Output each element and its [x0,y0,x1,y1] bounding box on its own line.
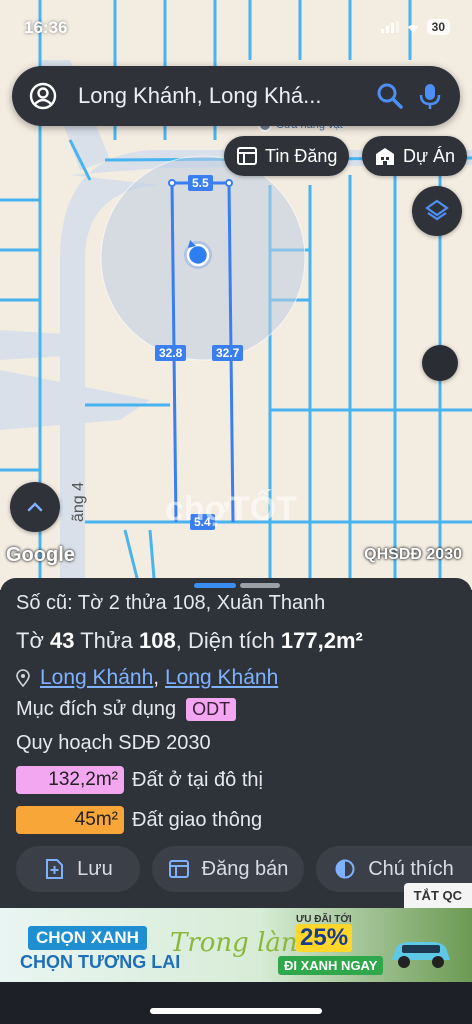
status-time: 16:36 [24,18,68,37]
zone-area-badge: 132,2m² [16,766,124,794]
plan-title: Quy hoạch SDĐ 2030 [16,732,211,754]
zone-label: Đất ở tại đô thị [132,768,263,791]
sheet-page-indicator[interactable] [240,583,280,588]
parcel-summary: Tờ 43 Thửa 108, Diện tích 177,2m² [16,628,363,653]
save-button[interactable]: Lưu [16,846,140,892]
home-indicator[interactable] [150,1008,322,1014]
screen: 5.5 32.8 32.7 5.4 Cửa hàng vật ãng 4 chợ… [0,0,472,1024]
purpose-label: Mục đích sử dụng [16,698,177,720]
project-chip[interactable]: Dự Án [362,136,468,176]
watermark: chợTỐT [165,490,297,528]
dimension-top: 5.5 [188,175,213,191]
ad-promo-value: 25% [296,924,353,952]
layers-icon [425,199,449,221]
sheet-number: 43 [50,628,75,653]
microphone-icon[interactable] [416,82,444,110]
dimension-left: 32.8 [155,345,187,361]
listing-icon [168,860,189,878]
dimension-right: 32.7 [212,345,244,361]
location-pin-icon [16,669,30,687]
listing-icon [237,147,257,165]
post-sale-button-label: Đăng bán [201,857,289,880]
building-icon [376,148,394,165]
road-label: ãng 4 [70,481,87,522]
address-city-link[interactable]: Long Khánh [165,666,278,689]
parcel-label: Thửa [80,628,133,653]
address-separator: , [153,666,160,689]
address-row: Long Khánh, Long Khánh [16,666,278,690]
area-value: 177,2m² [280,628,363,653]
sheet-page-indicator-active[interactable] [194,583,236,588]
account-icon[interactable] [28,81,58,111]
land-use-purpose: Mục đích sử dụng ODT [16,698,237,721]
ad-script-text: Trong lành [170,928,315,958]
ad-banner[interactable]: CHỌN XANH CHỌN TƯƠNG LAI Trong lành ƯU Đ… [0,908,472,982]
zone-row: 132,2m² Đất ở tại đô thị [16,766,263,794]
battery-icon: 30 [426,19,450,35]
project-chip-label: Dự Án [403,145,456,166]
search-input[interactable]: Long Khánh, Long Khá... [78,83,364,109]
zone-area-badge: 45m² [16,806,124,834]
sheet-label: Tờ [16,628,44,653]
google-logo: Google [6,544,75,566]
save-button-label: Lưu [77,857,113,880]
parcel-number: 108 [138,628,176,653]
slider-handle[interactable] [422,345,458,381]
search-icon[interactable] [376,82,404,110]
old-parcel-number: Số cũ: Tờ 2 thửa 108, Xuân Thanh [16,592,326,614]
listing-chip[interactable]: Tin Đăng [224,136,350,176]
status-bar: 16:36 30 [0,0,472,58]
ad-headline: CHỌN XANH [28,926,147,950]
close-ad-button[interactable]: TẮT QC [403,883,472,908]
search-bar[interactable]: Long Khánh, Long Khá... [12,66,460,126]
plan-layer-label: QHSDĐ 2030 [364,546,462,563]
status-icons: 30 [380,19,450,35]
ad-subline: CHỌN TƯƠNG LAI [20,952,181,972]
add-document-icon [46,859,64,879]
layers-button[interactable] [412,186,462,236]
chevron-up-icon [27,502,43,512]
parcel-info-sheet: Số cũ: Tờ 2 thửa 108, Xuân Thanh Tờ 43 T… [0,578,472,908]
legend-button-label: Chú thích [368,857,454,880]
address-ward-link[interactable]: Long Khánh [40,666,153,689]
ad-cta: ĐI XANH NGAY [278,956,384,975]
listing-chip-label: Tin Đăng [265,145,338,166]
post-sale-button[interactable]: Đăng bán [152,846,304,892]
car-icon [392,942,450,968]
contrast-icon [335,859,355,879]
signal-icon [380,21,399,33]
area-label: Diện tích [187,628,275,653]
zone-row: 45m² Đất giao thông [16,806,262,834]
wifi-icon [407,25,418,33]
expand-button[interactable] [10,482,60,532]
zone-label: Đất giao thông [132,808,263,831]
purpose-code-badge: ODT [186,698,237,721]
